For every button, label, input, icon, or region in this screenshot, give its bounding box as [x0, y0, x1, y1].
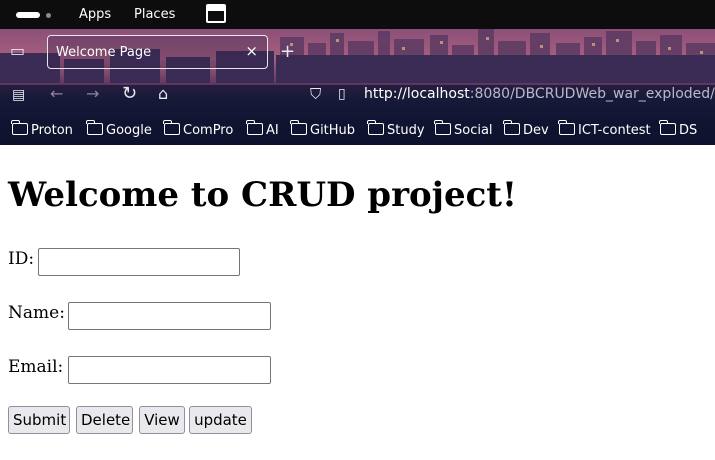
folder-icon [86, 120, 103, 135]
system-top-bar: Apps Places [0, 0, 715, 29]
id-label: ID: [8, 249, 35, 269]
bookmark-folder[interactable]: ICT-contest [558, 120, 651, 141]
bookmark-label: DS [679, 123, 698, 138]
delete-button[interactable]: Delete [76, 406, 133, 434]
id-input[interactable] [38, 248, 240, 276]
bookmark-label: Study [387, 123, 425, 138]
folder-icon [163, 120, 180, 135]
bookmark-label: Social [454, 123, 493, 138]
name-input[interactable] [68, 302, 271, 330]
forward-arrow-icon[interactable]: → [86, 84, 99, 104]
view-button[interactable]: View [139, 406, 185, 434]
bookmark-folder[interactable]: Proton [11, 120, 73, 141]
url-host: http://localhost [364, 86, 470, 102]
name-label: Name: [8, 303, 65, 323]
folder-icon [558, 120, 575, 135]
address-bar[interactable]: ⛉ ▯ http://localhost:8080/DBCRUDWeb_war_… [302, 81, 715, 108]
email-label: Email: [8, 357, 64, 377]
new-tab-button[interactable]: + [280, 42, 295, 62]
back-arrow-icon[interactable]: ← [50, 84, 63, 104]
browser-chrome: ▭ Welcome Page × + ▤ ← → ↻ ⌂ ⛉ ▯ http://… [0, 29, 715, 145]
page-title: Welcome to CRUD project! [8, 175, 517, 215]
page-info-icon[interactable]: ▯ [338, 84, 346, 104]
bookmark-label: ICT-contest [578, 123, 651, 138]
folder-icon [659, 120, 676, 135]
folder-icon [367, 120, 384, 135]
bookmark-label: Dev [523, 123, 549, 138]
tab-title: Welcome Page [56, 45, 152, 60]
folder-icon [246, 120, 263, 135]
url-text[interactable]: http://localhost:8080/DBCRUDWeb_war_expl… [364, 86, 715, 102]
bookmark-folder[interactable]: Social [434, 120, 493, 141]
reload-icon[interactable]: ↻ [122, 84, 137, 104]
bookmarks-bar: Proton Google ComPro AI GitHub Study Soc… [0, 119, 715, 143]
url-path: :8080/DBCRUDWeb_war_exploded/ [469, 86, 715, 102]
bookmark-folder[interactable]: ComPro [163, 120, 234, 141]
email-input[interactable] [68, 356, 271, 384]
bookmark-label: Google [106, 123, 152, 138]
bookmark-folder[interactable]: AI [246, 120, 279, 141]
apps-menu[interactable]: Apps [79, 7, 111, 22]
workspace-indicator-icon[interactable] [16, 12, 40, 18]
update-button[interactable]: update [189, 406, 252, 434]
workspace-dot-icon[interactable] [46, 13, 51, 18]
bookmark-folder[interactable]: GitHub [290, 120, 356, 141]
home-icon[interactable]: ⌂ [158, 84, 168, 104]
bookmark-folder[interactable]: DS [659, 120, 698, 141]
folder-icon [434, 120, 451, 135]
places-menu[interactable]: Places [134, 7, 175, 22]
folder-icon [290, 120, 307, 135]
bookmark-folder[interactable]: Google [86, 120, 152, 141]
bookmark-label: ComPro [183, 123, 234, 138]
shield-icon[interactable]: ⛉ [310, 84, 321, 104]
folder-icon [503, 120, 520, 135]
bookmark-folder[interactable]: Study [367, 120, 425, 141]
bookmark-label: AI [266, 123, 279, 138]
name-row: Name: [8, 302, 271, 330]
close-tab-icon[interactable]: × [245, 42, 258, 60]
bookmark-label: Proton [31, 123, 73, 138]
id-row: ID: [8, 248, 240, 276]
folder-icon [11, 120, 28, 135]
tab-overview-icon[interactable]: ▭ [10, 41, 25, 61]
window-list-icon[interactable] [206, 4, 226, 23]
sidebar-icon[interactable]: ▤ [12, 85, 25, 105]
bookmark-label: GitHub [310, 123, 356, 138]
email-row: Email: [8, 356, 271, 384]
tab-welcome-page[interactable]: Welcome Page × [47, 35, 268, 69]
bookmark-folder[interactable]: Dev [503, 120, 549, 141]
submit-button[interactable]: Submit [8, 406, 70, 434]
page-content: Welcome to CRUD project! ID: Name: Email… [0, 145, 715, 460]
